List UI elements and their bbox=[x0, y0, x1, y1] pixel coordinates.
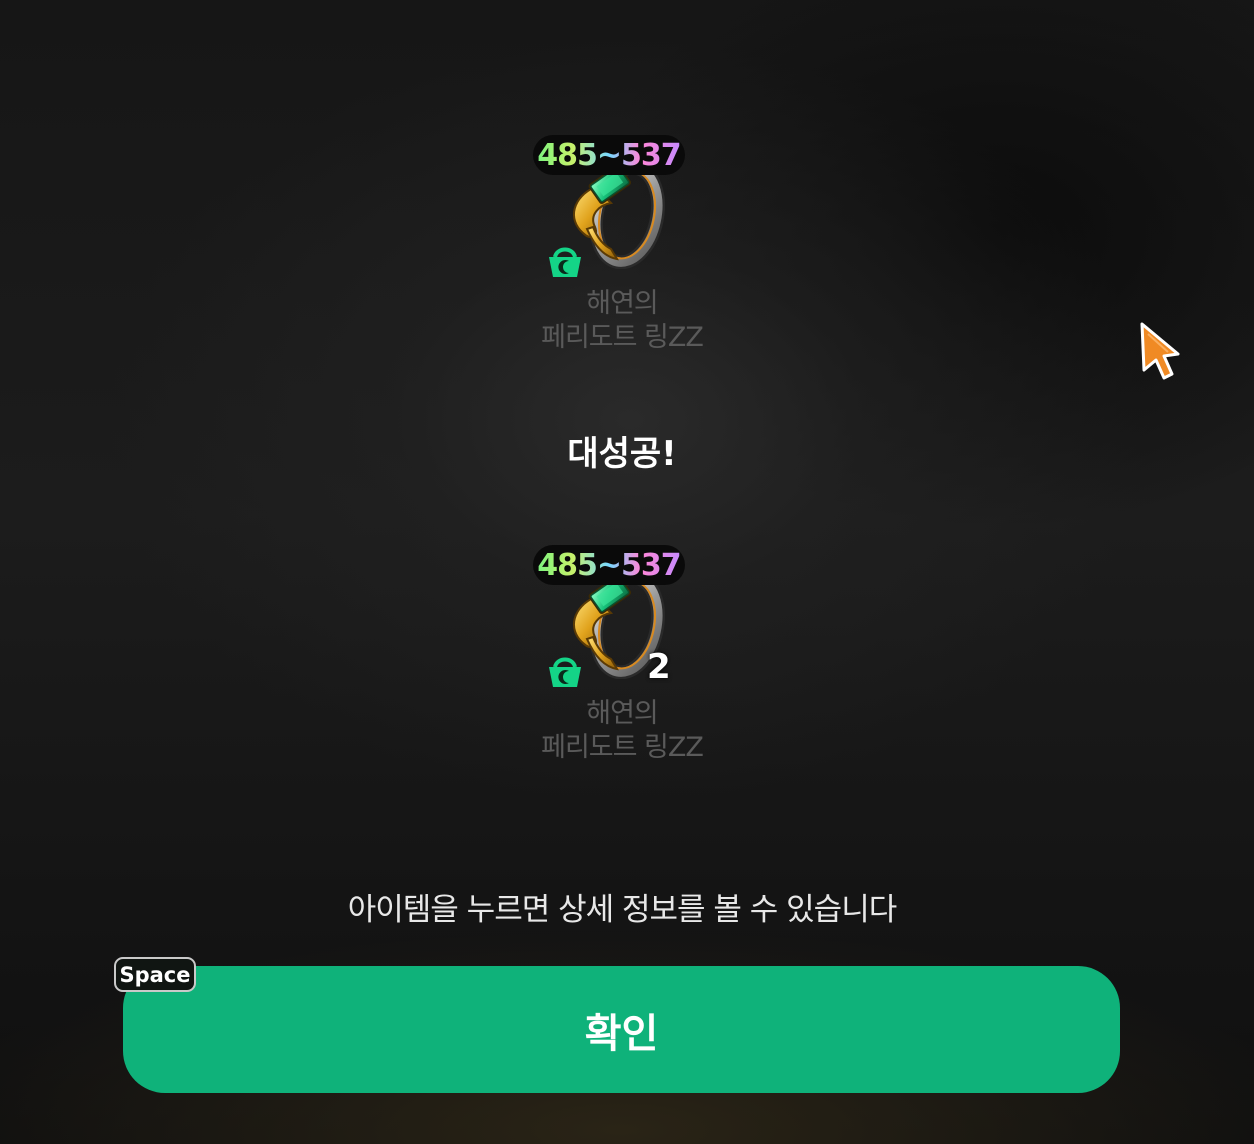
item-icon-slot[interactable]: 485~537 bbox=[527, 135, 717, 285]
stat-range-text: 485~537 bbox=[537, 547, 681, 583]
basket-icon bbox=[549, 657, 581, 687]
item-quantity: 2 bbox=[647, 647, 671, 687]
item-before[interactable]: 485~537 해연의 페리도트 링ZZ bbox=[527, 135, 717, 355]
item-after[interactable]: 485~537 2 해연의 페리도트 링ZZ bbox=[527, 545, 717, 765]
stat-range-text: 485~537 bbox=[537, 137, 681, 173]
item-name-line1: 해연의 bbox=[586, 288, 659, 319]
item-name: 해연의 페리도트 링ZZ bbox=[527, 287, 717, 355]
mouse-cursor-icon bbox=[1140, 322, 1180, 380]
basket-icon bbox=[549, 247, 581, 277]
confirm-button[interactable]: 확인 bbox=[123, 966, 1120, 1093]
item-name-line2: 페리도트 링ZZ bbox=[541, 322, 704, 353]
item-icon-slot[interactable]: 485~537 bbox=[527, 545, 717, 695]
detail-hint-text: 아이템을 누르면 상세 정보를 볼 수 있습니다 bbox=[347, 892, 897, 928]
space-key-hint: Space bbox=[114, 957, 196, 992]
item-name-line2: 페리도트 링ZZ bbox=[541, 732, 704, 763]
result-title: 대성공! bbox=[567, 434, 677, 474]
item-name: 해연의 페리도트 링ZZ bbox=[527, 697, 717, 765]
item-name-line1: 해연의 bbox=[586, 698, 659, 729]
result-screen: 485~537 해연의 페리도트 링ZZ 대성공! 485~537 2 해연의 … bbox=[0, 0, 1254, 1144]
stat-range-badge: 485~537 bbox=[533, 135, 685, 175]
confirm-button-label: 확인 bbox=[584, 1010, 659, 1057]
stat-range-badge: 485~537 bbox=[533, 545, 685, 585]
